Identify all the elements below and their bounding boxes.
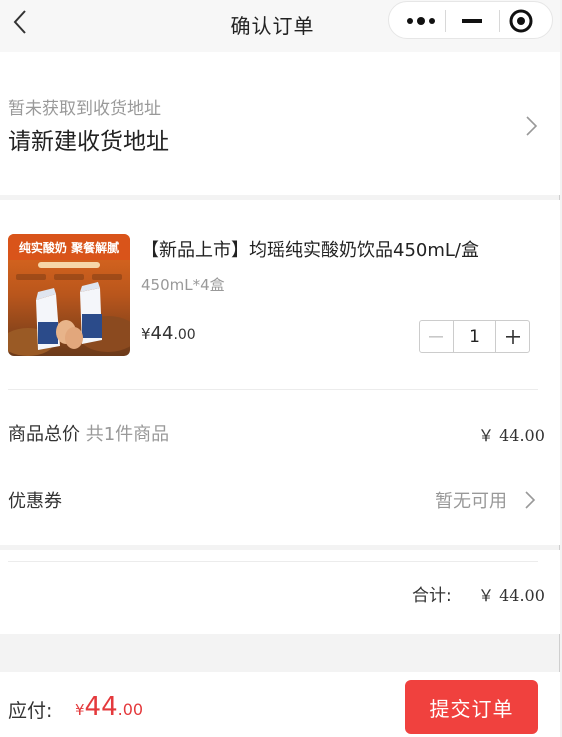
quantity-stepper: 1 xyxy=(419,320,530,353)
more-icon[interactable] xyxy=(397,2,447,40)
close-target-icon[interactable] xyxy=(499,2,549,40)
order-summary: 合计: ￥ 44.00 xyxy=(0,550,560,634)
new-address-link[interactable]: 请新建收货地址 xyxy=(8,122,169,156)
nav-bar: 确认订单 xyxy=(0,0,560,52)
goods-total-row: 商品总价 共1件商品 xyxy=(8,420,169,446)
order-card: 纯实酸奶 聚餐解腻 【新品上市】均瑶纯实酸奶饮品450mL/盒 450mL*4盒… xyxy=(0,200,560,545)
decrease-button[interactable] xyxy=(420,321,453,352)
chevron-right-icon xyxy=(524,115,540,137)
goods-total-value: ￥ 44.00 xyxy=(478,426,545,445)
goods-total-label: 商品总价 xyxy=(8,424,80,445)
goods-count: 共1件商品 xyxy=(85,424,170,445)
pay-amount: ¥44.00 xyxy=(75,692,144,722)
coupon-label[interactable]: 优惠券 xyxy=(8,487,62,513)
increase-button[interactable] xyxy=(496,321,529,352)
minimize-icon[interactable] xyxy=(447,2,497,40)
product-spec: 450mL*4盒 xyxy=(141,276,225,294)
quantity-value[interactable]: 1 xyxy=(452,321,497,352)
chevron-right-icon[interactable] xyxy=(523,490,537,510)
product-image: 纯实酸奶 聚餐解腻 xyxy=(8,234,130,356)
product-image-text: 纯实酸奶 聚餐解腻 xyxy=(19,240,119,255)
address-card[interactable]: 暂未获取到收货地址 请新建收货地址 xyxy=(0,52,560,195)
total-value: ￥ 44.00 xyxy=(478,586,545,605)
order-confirm-page: 确认订单 暂未获取到收货地址 请新建收货地址 纯实酸奶 聚餐解腻 【新品上市】均… xyxy=(0,0,560,737)
product-title[interactable]: 【新品上市】均瑶纯实酸奶饮品450mL/盒 xyxy=(141,236,551,262)
checkout-bar: 应付: ¥44.00 提交订单 xyxy=(0,672,560,737)
submit-order-button[interactable]: 提交订单 xyxy=(405,680,538,734)
mini-program-capsule xyxy=(388,1,553,39)
total-label: 合计: xyxy=(412,586,452,606)
product-price: ¥44.00 xyxy=(141,323,196,344)
address-hint: 暂未获取到收货地址 xyxy=(8,99,161,119)
coupon-value[interactable]: 暂无可用 xyxy=(435,487,507,513)
divider xyxy=(8,389,538,390)
divider xyxy=(8,561,538,562)
pay-label: 应付: xyxy=(8,700,53,722)
